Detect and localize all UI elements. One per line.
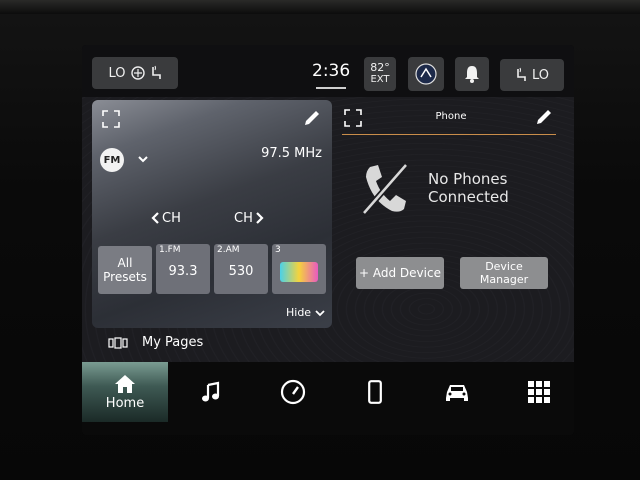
phone-widget: Phone No Phones Connected + Add Device D…	[340, 103, 562, 331]
clock: 2:36	[312, 61, 351, 81]
add-device-label: + Add Device	[359, 266, 441, 280]
driver-climate-button[interactable]: LO	[92, 57, 178, 89]
drive-mode-button[interactable]	[408, 57, 444, 91]
nav-home[interactable]: Home	[82, 362, 168, 422]
preset-number: 3	[275, 245, 281, 255]
all-presets-button[interactable]: All Presets	[98, 246, 152, 294]
fan-icon	[130, 66, 145, 80]
nav-media[interactable]	[168, 362, 254, 422]
outside-temperature: 82° EXT	[364, 57, 396, 91]
channel-prev-label: CH	[162, 210, 181, 226]
my-pages-label: My Pages	[142, 335, 204, 350]
status-bar: LO 2:36 82° EXT LO	[82, 45, 574, 97]
channel-next-button[interactable]: CH	[234, 208, 274, 228]
phone-disconnected-icon	[361, 163, 409, 215]
station-logo-image	[280, 262, 318, 282]
device-manager-label: Device Manager	[479, 260, 529, 286]
hide-label: Hide	[286, 306, 312, 319]
preset-number: 2.AM	[217, 245, 240, 255]
edit-pencil-icon[interactable]	[534, 107, 554, 127]
edit-pencil-icon[interactable]	[302, 108, 322, 128]
seat-heat-icon	[517, 67, 526, 81]
pages-icon	[108, 336, 128, 349]
preset-3-button[interactable]: 3	[272, 244, 326, 294]
phone-icon	[368, 380, 382, 404]
chevron-down-icon	[315, 309, 325, 316]
nav-vehicle[interactable]	[414, 362, 500, 422]
my-pages-link[interactable]: My Pages	[108, 335, 203, 350]
gauge-icon	[280, 379, 306, 405]
add-device-button[interactable]: + Add Device	[356, 257, 444, 289]
temperature-value: 82°	[370, 61, 390, 74]
music-note-icon	[202, 381, 220, 402]
seat-heat-icon	[151, 65, 161, 79]
expand-icon[interactable]	[102, 110, 120, 128]
all-presets-label: All Presets	[103, 256, 147, 284]
device-manager-button[interactable]: Device Manager	[460, 257, 548, 289]
home-icon	[115, 374, 135, 393]
expand-icon[interactable]	[344, 109, 362, 127]
grid-icon	[528, 381, 550, 403]
phone-title: Phone	[435, 111, 467, 122]
phone-title-underline	[342, 134, 556, 135]
nav-apps[interactable]	[496, 362, 574, 422]
infotainment-screen: LO 2:36 82° EXT LO FM 97.5 MHz CH CH All…	[82, 45, 574, 435]
notifications-button[interactable]	[455, 57, 489, 91]
clock-underline	[316, 87, 346, 89]
chevron-down-icon[interactable]	[136, 152, 150, 166]
bezel-top-trim	[0, 0, 640, 14]
temperature-label: EXT	[370, 74, 390, 85]
preset-value: 93.3	[168, 264, 198, 279]
hide-button[interactable]: Hide	[286, 306, 325, 319]
preset-1-button[interactable]: 1.FM 93.3	[156, 244, 210, 294]
preset-value: 530	[228, 264, 254, 279]
preset-2-button[interactable]: 2.AM 530	[214, 244, 268, 294]
bell-icon	[465, 66, 479, 83]
driver-climate-label: LO	[108, 65, 126, 81]
band-badge[interactable]: FM	[100, 148, 124, 172]
preset-number: 1.FM	[159, 245, 181, 255]
car-icon	[446, 385, 468, 401]
drive-mode-icon	[415, 63, 437, 85]
channel-next-label: CH	[234, 210, 253, 226]
chevron-left-icon	[151, 212, 159, 224]
chevron-right-icon	[256, 212, 264, 224]
nav-phone[interactable]	[332, 362, 418, 422]
nav-performance[interactable]	[250, 362, 336, 422]
passenger-climate-label: LO	[531, 67, 549, 83]
home-content: FM 97.5 MHz CH CH All Presets 1.FM 93.3 …	[82, 97, 574, 362]
nav-home-label: Home	[105, 395, 145, 411]
no-phones-status: No Phones Connected	[428, 170, 509, 206]
frequency-display: 97.5 MHz	[261, 146, 322, 161]
radio-widget: FM 97.5 MHz CH CH All Presets 1.FM 93.3 …	[92, 100, 332, 328]
channel-prev-button[interactable]: CH	[150, 208, 190, 228]
passenger-climate-button[interactable]: LO	[500, 59, 564, 91]
bottom-nav-bar: Home	[82, 362, 574, 435]
